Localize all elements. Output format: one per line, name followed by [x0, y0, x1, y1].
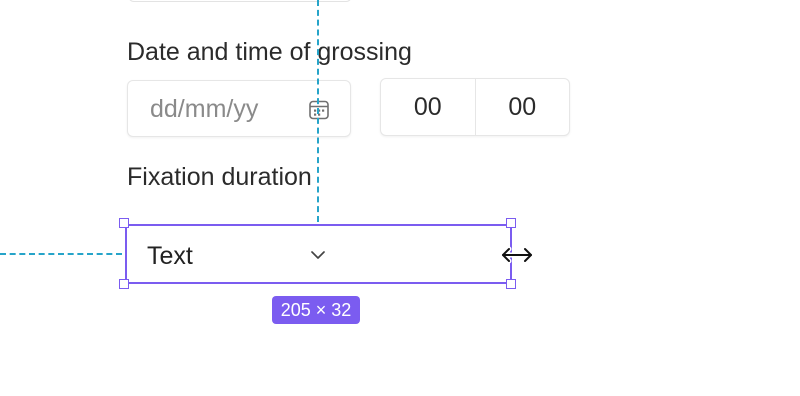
resize-handle-top-right[interactable]: [506, 218, 516, 228]
horizontal-alignment-guide: [0, 253, 122, 255]
size-badge: 205 × 32: [272, 296, 360, 324]
grossing-datetime-label: Date and time of grossing: [127, 38, 412, 66]
grossing-time-input[interactable]: 00 00: [380, 78, 570, 136]
fixation-duration-dropdown[interactable]: Text: [125, 224, 512, 284]
horizontal-resize-cursor-icon: [500, 246, 534, 264]
vertical-alignment-guide: [317, 0, 319, 222]
dropdown-value: Text: [147, 242, 193, 270]
calendar-icon[interactable]: [308, 99, 330, 121]
resize-handle-bottom-left[interactable]: [119, 279, 129, 289]
fixation-duration-label: Fixation duration: [127, 163, 312, 191]
hours-field[interactable]: 00: [381, 79, 475, 135]
date-placeholder: dd/mm/yy: [150, 95, 259, 123]
minutes-field[interactable]: 00: [474, 79, 570, 135]
resize-handle-bottom-right[interactable]: [506, 279, 516, 289]
chevron-down-icon[interactable]: [309, 246, 327, 264]
resize-handle-top-left[interactable]: [119, 218, 129, 228]
